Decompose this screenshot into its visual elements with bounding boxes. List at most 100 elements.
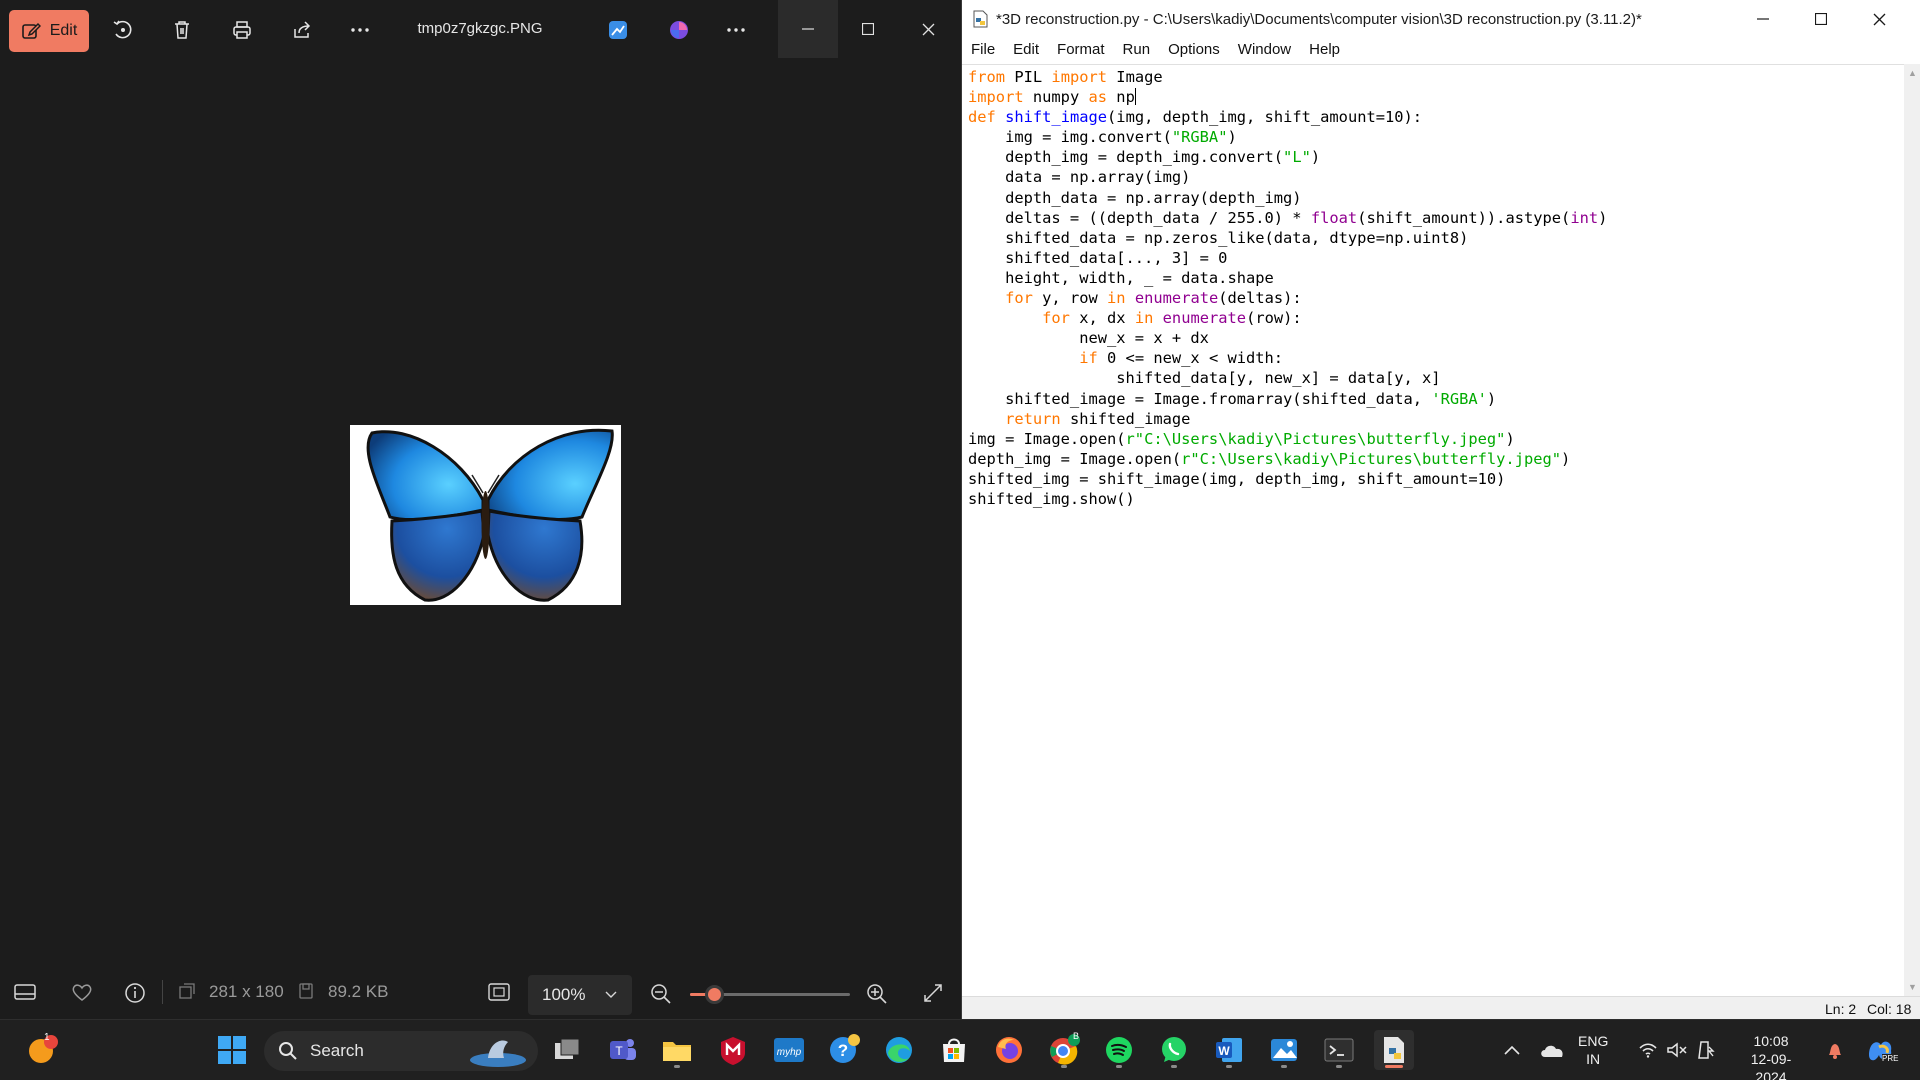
language-region: IN — [1586, 1051, 1601, 1067]
idle-close-button[interactable] — [1850, 0, 1908, 38]
more-icon[interactable] — [718, 12, 754, 48]
microsoft-store-icon[interactable] — [934, 1030, 974, 1070]
minimize-button[interactable] — [778, 0, 838, 58]
code-line: import numpy as np — [968, 88, 1136, 107]
scroll-down-icon[interactable]: ▼ — [1908, 982, 1917, 992]
idle-menubar: File Edit Format Run Options Window Help — [962, 38, 1920, 62]
start-button[interactable] — [212, 1030, 252, 1070]
clipchamp-icon[interactable] — [661, 12, 697, 48]
menu-file[interactable]: File — [962, 38, 1004, 62]
code-editor[interactable]: from PIL import Image import numpy as np d… — [962, 64, 1904, 996]
code-line: shifted_data[..., 3] = 0 — [968, 248, 1228, 267]
minimize-icon — [802, 28, 814, 30]
onedrive-cloud-icon[interactable] — [1532, 1030, 1572, 1070]
notifications-bell-icon[interactable] — [1815, 1030, 1855, 1070]
maximize-button[interactable] — [838, 0, 898, 58]
close-icon — [1873, 13, 1885, 25]
menu-format[interactable]: Format — [1048, 38, 1114, 62]
filmstrip-icon[interactable] — [14, 982, 36, 1002]
rotate-icon[interactable] — [104, 12, 140, 48]
idle-taskbar-icon[interactable] — [1374, 1030, 1414, 1070]
input-language[interactable]: ENG IN — [1578, 1032, 1608, 1068]
menu-window[interactable]: Window — [1229, 38, 1300, 62]
whatsapp-icon[interactable] — [1154, 1030, 1194, 1070]
date: 12-09-2024 — [1750, 1051, 1792, 1080]
fit-to-window-icon[interactable] — [488, 982, 510, 1002]
code-line: shifted_image = Image.fromarray(shifted_… — [968, 389, 1497, 408]
search-placeholder: Search — [310, 1041, 364, 1060]
menu-help[interactable]: Help — [1300, 38, 1349, 62]
zoom-in-icon[interactable] — [866, 983, 888, 1005]
firefox-icon[interactable] — [989, 1030, 1029, 1070]
edge-icon[interactable] — [879, 1030, 919, 1070]
taskbar-search[interactable]: Search — [264, 1031, 538, 1071]
vertical-scrollbar[interactable]: ▲ ▼ — [1904, 64, 1920, 996]
divider — [162, 980, 163, 1004]
favorite-icon[interactable] — [71, 982, 93, 1002]
terminal-icon[interactable] — [1319, 1030, 1359, 1070]
idle-editor-window: *3D reconstruction.py - C:\Users\kadiy\D… — [961, 0, 1920, 1019]
spotify-icon[interactable] — [1099, 1030, 1139, 1070]
myhp-icon[interactable]: myhp — [769, 1030, 809, 1070]
code-text[interactable]: from PIL import Image import numpy as np d… — [968, 67, 1607, 509]
code-line: deltas = ((depth_data / 255.0) * float(s… — [968, 208, 1608, 227]
code-line: for y, row in enumerate(deltas): — [1005, 289, 1302, 308]
edit-label: Edit — [49, 22, 78, 39]
task-view-icon[interactable] — [548, 1030, 588, 1070]
teams-icon[interactable]: T — [603, 1030, 643, 1070]
mcafee-icon[interactable] — [713, 1030, 753, 1070]
more-icon[interactable] — [342, 12, 378, 48]
menu-edit[interactable]: Edit — [1004, 38, 1048, 62]
file-name: tmp0z7gkzgc.PNG — [417, 20, 543, 37]
code-line: depth_img = Image.open(r"C:\Users\kadiy\… — [968, 449, 1571, 468]
language-code: ENG — [1578, 1033, 1609, 1049]
fullscreen-icon[interactable] — [923, 983, 943, 1003]
menu-run[interactable]: Run — [1114, 38, 1160, 62]
chrome-profile-badge: B — [1073, 1031, 1080, 1041]
edit-button[interactable]: Edit — [9, 10, 89, 52]
zoom-level-dropdown[interactable]: 100% — [528, 975, 632, 1015]
share-icon[interactable] — [284, 12, 320, 48]
windows-logo-icon — [218, 1036, 246, 1064]
file-explorer-icon[interactable] — [657, 1030, 697, 1070]
code-line: for x, dx in enumerate(row): — [1042, 309, 1302, 328]
code-line: height, width, _ = data.shape — [968, 268, 1274, 287]
zoom-slider-thumb[interactable] — [705, 985, 724, 1004]
scroll-up-icon[interactable]: ▲ — [1908, 68, 1917, 78]
copilot-icon[interactable]: PRE — [1860, 1030, 1900, 1070]
get-help-icon[interactable]: ? — [824, 1030, 864, 1070]
code-line: def shift_image(img, depth_img, shift_am… — [968, 108, 1423, 127]
delete-icon[interactable] — [164, 12, 200, 48]
menu-options[interactable]: Options — [1159, 38, 1229, 62]
weather-widget[interactable]: 1 — [22, 1030, 62, 1070]
code-line: img = img.convert("RGBA") — [968, 128, 1237, 147]
close-icon — [922, 23, 934, 35]
code-line: if 0 <= new_x < width: — [1079, 349, 1284, 368]
photo-canvas[interactable] — [350, 425, 621, 605]
code-line: from PIL import Image — [968, 68, 1163, 86]
code-line: img = Image.open(r"C:\Users\kadiy\Pictur… — [968, 429, 1515, 448]
chrome-icon[interactable]: B — [1044, 1030, 1084, 1070]
idle-statusbar: Ln: 2 Col: 18 — [962, 996, 1920, 1019]
weather-sun-icon — [29, 1035, 58, 1063]
show-hidden-icons-chevron-up-icon[interactable] — [1492, 1030, 1532, 1070]
word-icon[interactable]: W — [1209, 1030, 1249, 1070]
print-icon[interactable] — [224, 12, 260, 48]
time: 10:08 — [1753, 1033, 1789, 1049]
designer-icon[interactable] — [600, 12, 636, 48]
svg-text:myhp: myhp — [777, 1047, 802, 1058]
code-line: depth_data = np.array(depth_img) — [968, 188, 1302, 207]
idle-maximize-button[interactable] — [1792, 0, 1850, 38]
search-highlight-icon — [470, 1040, 526, 1067]
battery-charging-icon[interactable] — [1686, 1030, 1726, 1070]
photos-app-icon[interactable] — [1264, 1030, 1304, 1070]
text-cursor — [1134, 88, 1136, 106]
close-button[interactable] — [898, 0, 958, 58]
file-size-icon — [298, 982, 314, 1000]
zoom-out-icon[interactable] — [650, 983, 672, 1005]
idle-minimize-button[interactable] — [1734, 0, 1792, 38]
info-icon[interactable] — [124, 982, 146, 1004]
clock[interactable]: 10:08 12-09-2024 — [1739, 1032, 1803, 1080]
code-line: new_x = x + dx — [968, 329, 1209, 348]
svg-text:T: T — [615, 1044, 623, 1058]
